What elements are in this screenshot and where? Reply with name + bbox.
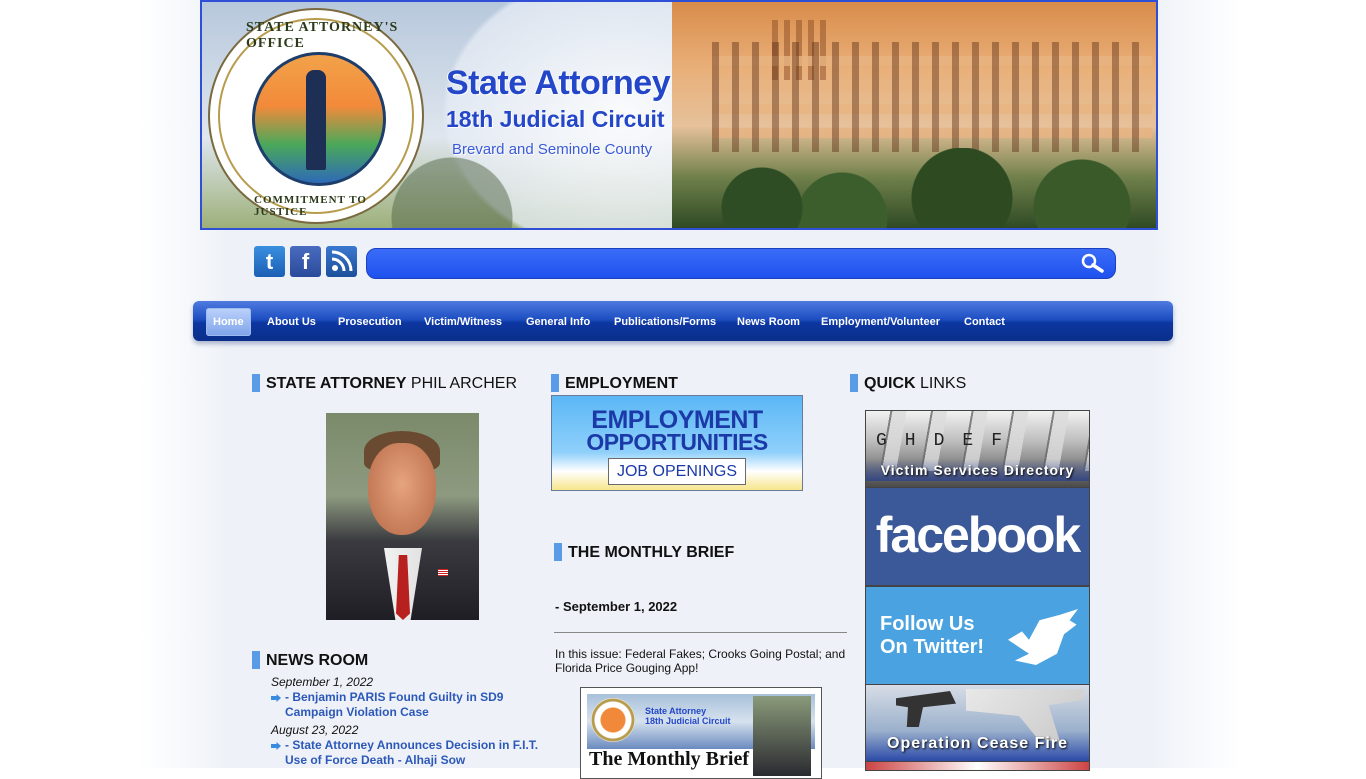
justice-figure-icon [306,70,326,170]
flag-pin-icon [438,569,448,576]
thumbnail-photo [753,696,811,776]
nav-victim-witness[interactable]: Victim/Witness [424,308,502,336]
search-icon[interactable] [1078,251,1108,275]
operation-cease-fire-link[interactable]: Operation Cease Fire [865,684,1090,762]
rss-icon[interactable] [326,246,357,277]
victim-services-directory-link[interactable]: GHDEF Victim Services Directory [865,410,1090,488]
site-subtitle: 18th Judicial Circuit [446,106,665,132]
nav-general-info[interactable]: General Info [526,308,590,336]
twitter-bird-icon [1008,609,1078,665]
nav-prosecution[interactable]: Prosecution [338,308,402,336]
news-date: August 23, 2022 [271,723,359,737]
monthly-brief-summary: In this issue: Federal Fakes; Crooks Goi… [555,647,846,675]
state-attorney-photo [326,413,479,620]
nav-about-us[interactable]: About Us [267,308,316,336]
file-tabs-icon: GHDEF [876,431,1021,451]
twitter-link[interactable]: Follow Us On Twitter! [865,586,1090,685]
seal-icon [591,698,635,742]
nav-news-room[interactable]: News Room [737,308,800,336]
search-input[interactable] [379,253,1073,276]
monthly-brief-date[interactable]: - September 1, 2022 [555,599,677,614]
employment-opportunities-banner[interactable]: EMPLOYMENT OPPORTUNITIES JOB OPENINGS [551,395,803,491]
site-title: State Attorney [446,64,671,102]
main-nav: Home About Us Prosecution Victim/Witness… [193,301,1173,341]
monthly-brief-thumbnail[interactable]: State Attorney 18th Judicial Circuit The … [580,687,822,779]
news-date: September 1, 2022 [271,675,374,689]
job-openings-button[interactable]: JOB OPENINGS [608,458,746,485]
arrow-right-icon [271,742,281,750]
nav-contact[interactable]: Contact [964,308,1005,336]
nav-employment-volunteer[interactable]: Employment/Volunteer [821,308,940,336]
twitter-icon[interactable]: t [254,246,285,277]
site-region: Brevard and Seminole County [452,141,653,158]
quick-link-next[interactable] [865,761,1090,771]
news-list: September 1, 2022 - Benjamin PARIS Found… [252,675,542,771]
nav-publications-forms[interactable]: Publications/Forms [614,308,716,336]
search-bar [366,248,1116,279]
news-link[interactable]: - State Attorney Announces Decision in F… [271,738,542,768]
handgun-icon [896,691,956,727]
arrow-right-icon [271,694,281,702]
facebook-icon[interactable]: f [290,246,321,277]
state-attorney-seal: STATE ATTORNEY'S OFFICE COMMITMENT TO JU… [208,8,424,224]
facebook-link[interactable]: facebook [865,487,1090,586]
header-banner[interactable]: STATE ATTORNEY'S OFFICE COMMITMENT TO JU… [200,0,1158,230]
nav-home[interactable]: Home [206,308,251,336]
news-link[interactable]: - Benjamin PARIS Found Guilty in SD9 Cam… [271,690,542,720]
divider [554,632,847,633]
